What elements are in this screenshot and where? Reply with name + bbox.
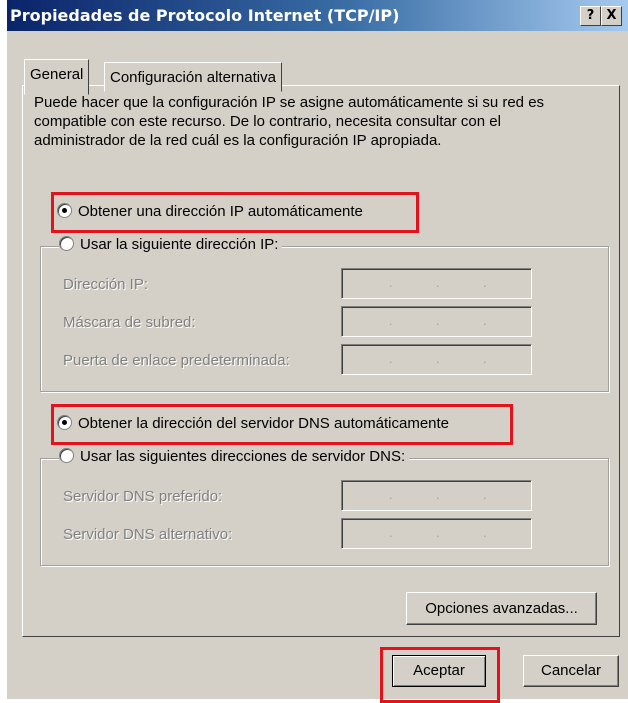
ip-address-field[interactable]: ... [341,268,532,299]
highlight-ok-button [380,647,500,703]
radio-unchecked-icon [59,236,74,251]
dns-manual-group [40,458,609,566]
subnet-mask-label: Máscara de subred: [63,314,196,331]
dialog-window: Propiedades de Protocolo Internet (TCP/I… [6,0,628,703]
cancel-button[interactable]: Cancelar [523,655,619,687]
close-button[interactable]: X [601,6,622,26]
dns-alternate-label: Servidor DNS alternativo: [63,526,233,543]
highlight-ip-auto [51,192,419,233]
radio-ip-manual-label: Usar la siguiente dirección IP: [80,236,279,253]
title-bar: Propiedades de Protocolo Internet (TCP/I… [7,0,628,31]
radio-ip-manual[interactable]: Usar la siguiente dirección IP: [59,236,283,253]
radio-dns-manual-label: Usar las siguientes direcciones de servi… [80,448,406,465]
ip-address-label: Dirección IP: [63,276,149,293]
highlight-dns-auto [51,404,513,445]
gateway-field[interactable]: ... [341,344,532,375]
dns-preferred-field[interactable]: ... [341,480,532,511]
tab-general[interactable]: General [24,59,90,95]
gateway-label: Puerta de enlace predeterminada: [63,352,290,369]
dns-alternate-field[interactable]: ... [341,518,532,549]
tab-alternate-config[interactable]: Configuración alternativa [104,62,282,92]
advanced-options-button[interactable]: Opciones avanzadas... [406,592,597,625]
dns-preferred-label: Servidor DNS preferido: [63,488,223,505]
help-button[interactable]: ? [580,6,601,26]
intro-text: Puede hacer que la configuración IP se a… [34,94,545,149]
subnet-mask-field[interactable]: ... [341,306,532,337]
window-title: Propiedades de Protocolo Internet (TCP/I… [10,6,400,25]
radio-unchecked-icon [59,448,74,463]
radio-dns-manual[interactable]: Usar las siguientes direcciones de servi… [59,448,410,465]
